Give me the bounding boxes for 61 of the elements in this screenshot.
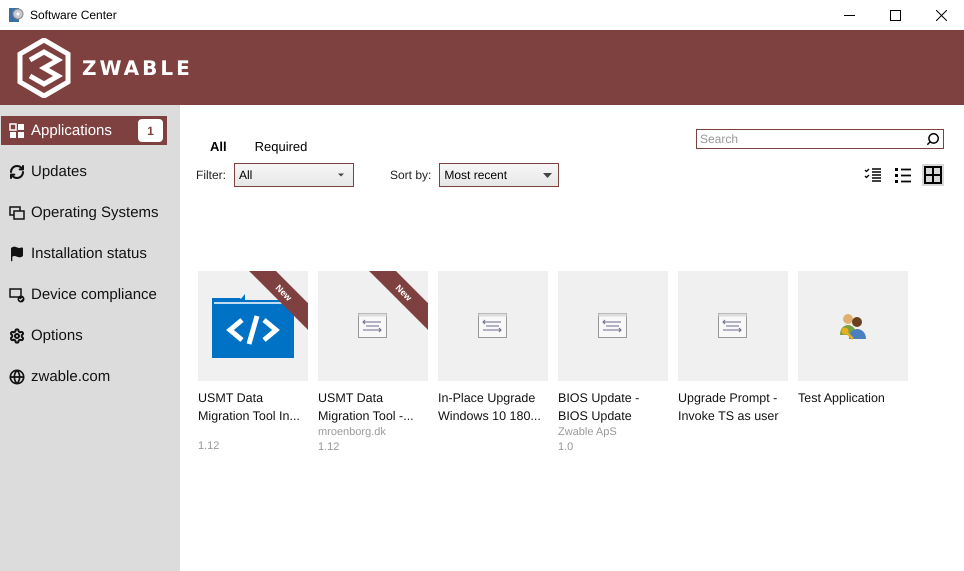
app-version: 1.12 (198, 439, 220, 454)
app-tile[interactable] (438, 271, 548, 381)
sidebar-item[interactable]: Options (1, 321, 167, 350)
script-window-icon (718, 313, 748, 339)
windows-icon (9, 204, 25, 220)
users-icon (837, 311, 869, 341)
sidebar-label: Installation status (31, 245, 148, 262)
sidebar-label: Device compliance (31, 286, 158, 303)
app-version: 1.0 (558, 440, 574, 455)
app-tile[interactable] (798, 271, 908, 381)
device-check-icon (9, 286, 25, 302)
brand-name: ZWABLE (82, 56, 193, 80)
app-title: BIOS Update - BIOS Update (558, 390, 640, 425)
close-icon[interactable] (936, 10, 946, 20)
count-badge: 1 (138, 119, 163, 142)
grid-view-icon (924, 166, 942, 184)
sidebar-item[interactable]: Updates (1, 157, 167, 186)
view-button[interactable] (922, 164, 944, 186)
tab[interactable]: All (210, 139, 227, 154)
sidebar-label: Options (31, 327, 84, 344)
app-version: 1.12 (318, 440, 340, 455)
filter-dropdown[interactable]: All (234, 163, 354, 187)
checklist-icon (864, 167, 882, 183)
sidebar-label: zwable.com (31, 368, 112, 385)
search-field[interactable]: Search (696, 129, 944, 149)
caret-icon (543, 172, 552, 178)
settings-icon (9, 328, 25, 344)
flag-icon (9, 246, 25, 262)
sort-label: Sort by: (390, 168, 432, 182)
app-publisher: Zwable ApS (558, 425, 618, 440)
sidebar-label: Applications (31, 122, 113, 139)
tab[interactable]: Required (254, 139, 308, 154)
sidebar-item[interactable]: Device compliance (1, 280, 167, 309)
script-window-icon (358, 313, 388, 339)
logo-icon (16, 38, 72, 98)
app-tile[interactable] (558, 271, 668, 381)
sidebar-item[interactable]: Applications 1 (1, 116, 167, 145)
sidebar-item[interactable]: Operating Systems (1, 198, 167, 227)
globe-icon (9, 368, 25, 384)
search-icon[interactable] (926, 132, 940, 146)
maximize-icon[interactable] (890, 10, 900, 20)
list-icon (894, 167, 912, 183)
sidebar-item[interactable]: zwable.com (1, 362, 167, 391)
grid-icon (9, 122, 25, 138)
sidebar-label: Updates (31, 163, 88, 180)
filter-label: Filter: (196, 168, 226, 182)
script-window-icon (478, 313, 508, 339)
sidebar-item[interactable]: Installation status (1, 239, 167, 268)
app-title: In-Place Upgrade Windows 10 180... (438, 390, 542, 425)
refresh-icon (9, 164, 25, 180)
app-title: Test Application (798, 390, 886, 407)
app-title: Upgrade Prompt - Invoke TS as user (678, 390, 780, 425)
app-title: USMT Data Migration Tool -... (318, 390, 415, 425)
script-window-icon (598, 313, 628, 339)
window-title: Software Center (30, 8, 118, 22)
app-tile[interactable] (678, 271, 788, 381)
sort-dropdown[interactable]: Most recent (439, 163, 560, 187)
app-publisher: mroenborg.dk (318, 425, 387, 440)
app-icon (8, 7, 24, 23)
sidebar-label: Operating Systems (31, 204, 160, 221)
app-title: USMT Data Migration Tool In... (198, 390, 301, 425)
